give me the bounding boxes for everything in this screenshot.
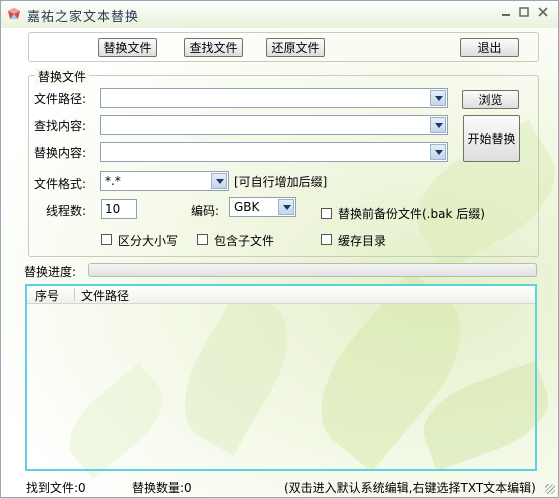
path-combo[interactable] <box>100 88 448 108</box>
minimize-icon[interactable] <box>497 4 515 22</box>
chevron-down-icon[interactable] <box>211 173 227 189</box>
replace-files-button[interactable]: 替换文件 <box>98 38 157 57</box>
cache-dir-label: 缓存目录 <box>338 234 387 248</box>
find-combo[interactable] <box>100 115 448 135</box>
backup-checkbox[interactable] <box>321 208 332 219</box>
restore-files-button[interactable]: 还原文件 <box>266 38 325 57</box>
found-files-status: 找到文件:0 <box>26 481 86 495</box>
close-icon[interactable] <box>534 4 552 22</box>
title-bar[interactable]: 嘉祐之家文本替换 <box>1 1 558 28</box>
find-files-button[interactable]: 查找文件 <box>184 38 243 57</box>
start-replace-button[interactable]: 开始替换 <box>463 115 520 162</box>
column-header-path[interactable]: 文件路径 <box>81 287 129 304</box>
format-label: 文件格式: <box>34 177 87 191</box>
chevron-down-icon[interactable] <box>278 199 294 215</box>
format-hint: [可自行增加后缀] <box>234 175 328 189</box>
column-divider[interactable] <box>74 288 75 301</box>
threads-value: 10 <box>105 202 121 216</box>
replace-label: 替换内容: <box>34 146 87 160</box>
chevron-down-icon[interactable] <box>430 144 446 160</box>
backup-label: 替换前备份文件(.bak 后缀) <box>338 207 485 221</box>
replace-group-legend: 替换文件 <box>35 68 90 85</box>
case-sensitive-label: 区分大小写 <box>118 234 179 248</box>
browse-button[interactable]: 浏览 <box>462 90 519 109</box>
maximize-icon[interactable] <box>515 4 533 22</box>
chevron-down-icon[interactable] <box>430 117 446 133</box>
replace-combo[interactable] <box>100 142 448 162</box>
case-sensitive-checkbox[interactable] <box>101 234 112 245</box>
find-label: 查找内容: <box>34 119 87 133</box>
encoding-value: GBK <box>234 200 260 214</box>
main-window: 嘉祐之家文本替换 替换文件 查找文件 还原文件 退出 替换文件 文件路径: 浏览… <box>0 0 559 498</box>
exit-button[interactable]: 退出 <box>460 38 519 57</box>
threads-input[interactable]: 10 <box>101 199 137 219</box>
encoding-combo[interactable]: GBK <box>229 197 296 217</box>
chevron-down-icon[interactable] <box>430 90 446 106</box>
include-subfolders-checkbox[interactable] <box>197 234 208 245</box>
app-icon <box>8 8 20 19</box>
format-value: *.* <box>105 174 121 188</box>
replace-progress-bar <box>88 263 537 277</box>
column-header-index[interactable]: 序号 <box>35 287 59 304</box>
window-title: 嘉祐之家文本替换 <box>27 10 140 25</box>
threads-label: 线程数: <box>46 204 87 218</box>
results-list[interactable]: 序号 文件路径 <box>25 284 537 471</box>
encoding-label: 编码: <box>191 204 220 218</box>
results-list-header: 序号 文件路径 <box>27 286 535 304</box>
resize-grip-icon[interactable] <box>545 484 555 494</box>
include-subfolders-label: 包含子文件 <box>214 234 275 248</box>
replaced-count-status: 替换数量:0 <box>132 481 192 495</box>
progress-label: 替换进度: <box>24 265 77 279</box>
cache-dir-checkbox[interactable] <box>321 234 332 245</box>
format-combo[interactable]: *.* <box>100 171 229 191</box>
path-label: 文件路径: <box>34 92 87 106</box>
usage-hint-status: (双击进入默认系统编辑,右键选择TXT文本编辑) <box>284 481 536 495</box>
